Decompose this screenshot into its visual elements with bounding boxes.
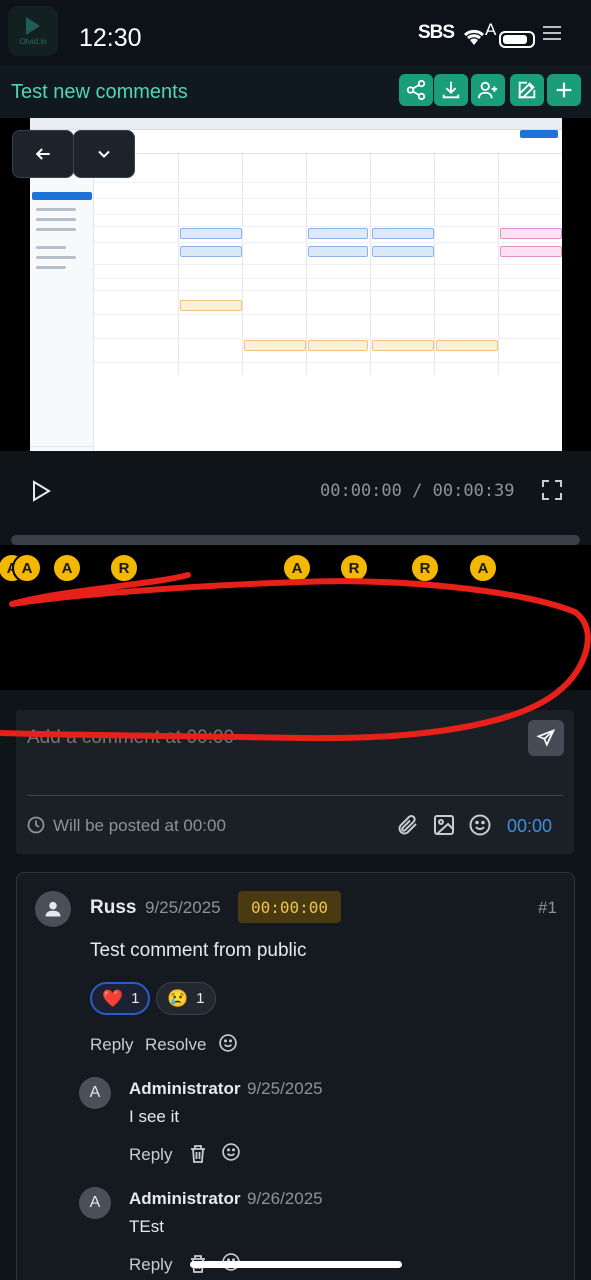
comment-card: Russ 9/25/2025 00:00:00 #1 Test comment … xyxy=(16,872,575,1280)
user-icon xyxy=(45,901,61,917)
carrier-badge: SBS xyxy=(418,22,455,43)
menu-icon[interactable] xyxy=(543,26,561,40)
arrow-left-icon xyxy=(35,148,50,160)
fullscreen-icon[interactable] xyxy=(541,479,563,501)
marker[interactable]: A xyxy=(12,553,42,583)
add-reaction-icon[interactable] xyxy=(218,1033,238,1053)
post-time-label: Will be posted at 00:00 xyxy=(53,816,226,835)
status-bar: Otvid.io 12:30 SBS A xyxy=(0,0,591,74)
reaction-count: 1 xyxy=(196,990,205,1007)
edit-icon xyxy=(518,81,536,99)
comment-author: Russ xyxy=(90,897,137,918)
add-button[interactable] xyxy=(547,74,581,106)
comment-number: #1 xyxy=(538,898,557,917)
reply-button[interactable]: Reply xyxy=(129,1255,172,1275)
timecode: 00:00:00 / 00:00:39 xyxy=(320,481,515,501)
comment-date: 9/25/2025 xyxy=(145,898,221,917)
plus-icon xyxy=(556,82,572,98)
next-button[interactable] xyxy=(73,130,135,178)
reply-author: Administrator xyxy=(129,1079,241,1098)
previous-button[interactable] xyxy=(12,130,74,178)
reaction-sad[interactable]: 😢 1 xyxy=(156,982,216,1015)
marker[interactable]: R xyxy=(339,553,369,583)
marker[interactable]: A xyxy=(52,553,82,583)
heart-emoji: ❤️ xyxy=(102,988,124,1008)
reply-button[interactable]: Reply xyxy=(90,1035,133,1055)
battery-icon xyxy=(499,31,535,48)
reply-text: TEst xyxy=(129,1217,164,1236)
share-icon xyxy=(406,79,426,101)
download-icon xyxy=(442,81,460,99)
page-title: Test new comments xyxy=(11,81,188,103)
marker[interactable]: A xyxy=(282,553,312,583)
progress-bar[interactable] xyxy=(11,535,580,545)
player-controls: 00:00:00 / 00:00:39 xyxy=(0,451,591,545)
comment-markers: A A A R A R R A xyxy=(0,545,591,690)
comment-text: Test comment from public xyxy=(90,940,307,961)
image-icon[interactable] xyxy=(432,813,456,837)
download-button[interactable] xyxy=(434,74,468,106)
edit-button[interactable] xyxy=(510,74,544,106)
add-user-button[interactable] xyxy=(471,74,505,106)
logo-text: Otvid.io xyxy=(19,36,47,46)
play-icon[interactable] xyxy=(31,480,51,502)
share-button[interactable] xyxy=(399,74,433,106)
comment-composer: Will be posted at 00:00 00:00 xyxy=(16,710,574,854)
timestamp-badge[interactable]: 00:00:00 xyxy=(238,891,341,923)
wifi-icon xyxy=(463,29,485,45)
reaction-heart[interactable]: ❤️ 1 xyxy=(90,982,150,1015)
logo-play-icon xyxy=(26,16,40,35)
page-header: Test new comments xyxy=(0,66,591,118)
resolve-button[interactable]: Resolve xyxy=(145,1035,206,1055)
status-time: 12:30 xyxy=(79,24,142,52)
duration: 00:00:39 xyxy=(432,481,515,501)
video-player[interactable] xyxy=(0,118,591,451)
reply-text: I see it xyxy=(129,1107,180,1126)
clock-icon xyxy=(27,816,45,834)
home-indicator xyxy=(190,1261,402,1268)
reply-date: 9/26/2025 xyxy=(247,1189,323,1208)
reply-avatar: A xyxy=(79,1077,111,1109)
comment-input[interactable] xyxy=(27,726,507,750)
time-separator: / xyxy=(412,481,423,501)
marker[interactable]: R xyxy=(410,553,440,583)
sad-emoji: 😢 xyxy=(167,988,189,1008)
status-glyph: A xyxy=(485,20,497,39)
divider xyxy=(27,795,563,796)
paperclip-icon[interactable] xyxy=(396,813,420,837)
chevron-down-icon xyxy=(98,150,110,158)
add-reaction-icon[interactable] xyxy=(221,1142,241,1162)
marker[interactable]: R xyxy=(109,553,139,583)
reply-avatar: A xyxy=(79,1187,111,1219)
add-user-icon xyxy=(477,81,498,99)
avatar xyxy=(35,891,71,927)
trash-icon[interactable] xyxy=(189,1144,207,1164)
emoji-icon[interactable] xyxy=(468,813,492,837)
reply-button[interactable]: Reply xyxy=(129,1145,172,1165)
reply-date: 9/25/2025 xyxy=(247,1079,323,1098)
marker[interactable]: A xyxy=(468,553,498,583)
reaction-count: 1 xyxy=(131,990,140,1007)
send-button[interactable] xyxy=(528,720,564,756)
time-chip[interactable]: 00:00 xyxy=(507,816,552,837)
reply-author: Administrator xyxy=(129,1189,241,1208)
send-icon xyxy=(536,728,556,747)
current-time: 00:00:00 xyxy=(320,481,402,501)
app-logo: Otvid.io xyxy=(8,6,58,56)
